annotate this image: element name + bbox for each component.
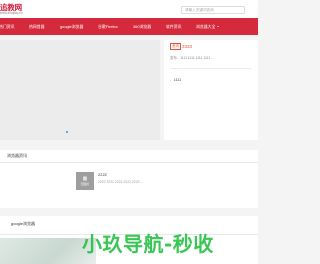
thumbnail-caption: 无图片 — [80, 182, 90, 186]
carousel-indicator[interactable] — [66, 131, 69, 134]
list-item[interactable]: -1111 — [170, 78, 181, 82]
news-section: 浏览器资讯 图 无图片 2222 2222 2222 2222 2222 222… — [0, 150, 258, 208]
site-logo[interactable]: 追教网 www.zhuijiao.cn — [0, 2, 40, 16]
nav-item-browser-list-label: 浏览器大全 — [196, 24, 216, 29]
site-header: 追教网 www.zhuijiao.cn 请输入关键词查询 — [0, 0, 258, 18]
image-carousel[interactable] — [0, 40, 160, 140]
category-tag[interactable]: 资讯 — [170, 43, 181, 50]
feature-title[interactable]: 3333 — [182, 44, 192, 49]
feature-desc: 发布：1111 1111 1111 1111 ... — [170, 56, 214, 60]
search-placeholder: 请输入关键词查询 — [185, 7, 214, 12]
divider — [0, 162, 258, 163]
chevron-down-icon — [216, 26, 219, 28]
nav-item-google[interactable]: google浏览器 — [60, 18, 83, 35]
feature-panel: 资讯 3333 发布：1111 1111 1111 1111 ... -1111 — [164, 40, 258, 140]
nav-item-software[interactable]: 软件资讯 — [166, 18, 182, 35]
news-thumbnail[interactable]: 图 无图片 — [76, 172, 94, 190]
main-nav: 热门资讯 热网首器 google浏览器 谷歌Firefox 360浏览器 软件资… — [0, 18, 258, 35]
nav-item-firefox[interactable]: 谷歌Firefox — [98, 18, 118, 35]
section-title: google浏览器 — [11, 221, 36, 226]
list-item-label: 1111 — [173, 78, 182, 82]
news-item-title[interactable]: 2222 — [98, 172, 107, 177]
logo-domain: www.zhuijiao.cn — [0, 11, 23, 15]
bullet-icon: - — [170, 78, 172, 82]
nav-item-browser-list[interactable]: 浏览器大全 — [196, 18, 219, 35]
news-item-desc: 2222 2222 2222 2222 2222 ... — [98, 180, 144, 184]
section-title: 浏览器资讯 — [7, 153, 27, 158]
nav-item-hot-news[interactable]: 热门资讯 — [0, 18, 15, 35]
nav-item-360[interactable]: 360浏览器 — [133, 18, 151, 35]
nav-item-home[interactable]: 热网首器 — [29, 18, 45, 35]
watermark-text: 小玖导航-秒收 — [82, 232, 214, 256]
search-input[interactable]: 请输入关键词查询 — [181, 6, 245, 14]
divider — [170, 68, 252, 69]
